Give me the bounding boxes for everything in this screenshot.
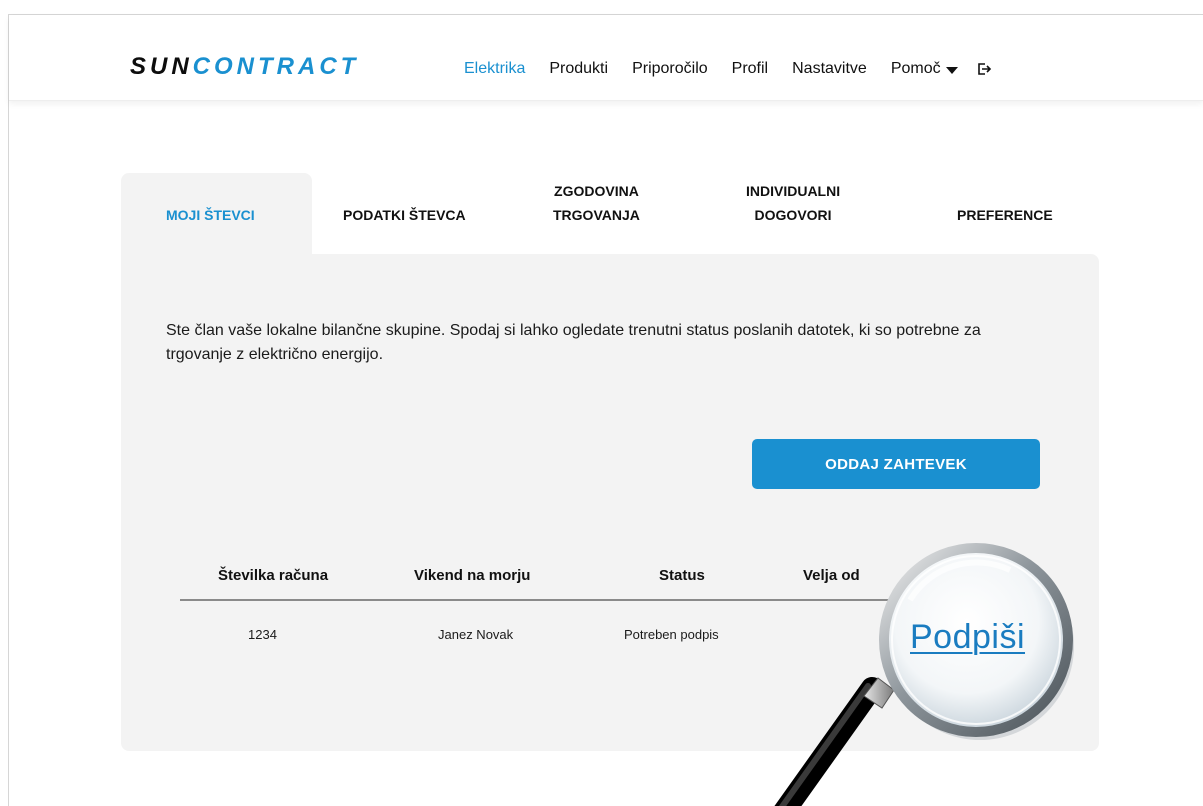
nav-nastavitve[interactable]: Nastavitve — [792, 60, 867, 78]
nav-pomoc-dropdown[interactable]: Pomoč — [891, 60, 958, 78]
tab-label: MOJI ŠTEVCI — [166, 207, 255, 223]
cell-status: Potreben podpis — [624, 627, 719, 642]
tab-label: PREFERENCE — [957, 207, 1053, 223]
tab-label-line1: INDIVIDUALNI — [746, 183, 841, 199]
sign-link[interactable]: Podpiši — [910, 618, 1025, 657]
intro-text: Ste član vaše lokalne bilančne skupine. … — [166, 322, 981, 363]
magnifier-icon — [760, 540, 1080, 806]
tab-label-line2: TRGOVANJA — [553, 207, 640, 223]
nav-profil[interactable]: Profil — [732, 60, 768, 78]
submit-request-button[interactable]: ODDAJ ZAHTEVEK — [752, 439, 1040, 489]
caret-down-icon — [945, 66, 958, 74]
nav-produkti[interactable]: Produkti — [549, 60, 608, 78]
nav-priporocilo[interactable]: Priporočilo — [632, 60, 708, 78]
tab-preference[interactable]: PREFERENCE — [957, 206, 1053, 224]
tab-label-line2: DOGOVORI — [754, 207, 832, 223]
tab-individualni-dogovori[interactable]: INDIVIDUALNI DOGOVORI — [746, 182, 840, 224]
tab-moji-stevci[interactable]: MOJI ŠTEVCI — [166, 206, 255, 224]
tab-label: PODATKI ŠTEVCA — [343, 207, 466, 223]
tab-zgodovina-trgovanja[interactable]: ZGODOVINA TRGOVANJA — [553, 182, 640, 224]
nav-pomoc-label: Pomoč — [890, 60, 941, 77]
column-header-status: Status — [659, 567, 705, 584]
main-nav: Elektrika Produkti Priporočilo Profil Na… — [464, 58, 994, 80]
sun-contract-logo[interactable]: SUNCONTRACT — [130, 53, 359, 81]
logout-icon[interactable] — [976, 60, 994, 78]
cell-account-number: 1234 — [248, 627, 277, 642]
column-header-account: Številka računa — [218, 567, 329, 584]
column-header-name: Vikend na morju — [414, 567, 531, 584]
cell-name: Janez Novak — [438, 627, 514, 642]
nav-elektrika[interactable]: Elektrika — [464, 60, 525, 78]
tab-podatki-stevca[interactable]: PODATKI ŠTEVCA — [343, 206, 466, 224]
tab-label-line1: ZGODOVINA — [554, 183, 639, 199]
logo-part-contract: CONTRACT — [192, 53, 360, 80]
logo-part-sun: SUN — [130, 53, 193, 80]
